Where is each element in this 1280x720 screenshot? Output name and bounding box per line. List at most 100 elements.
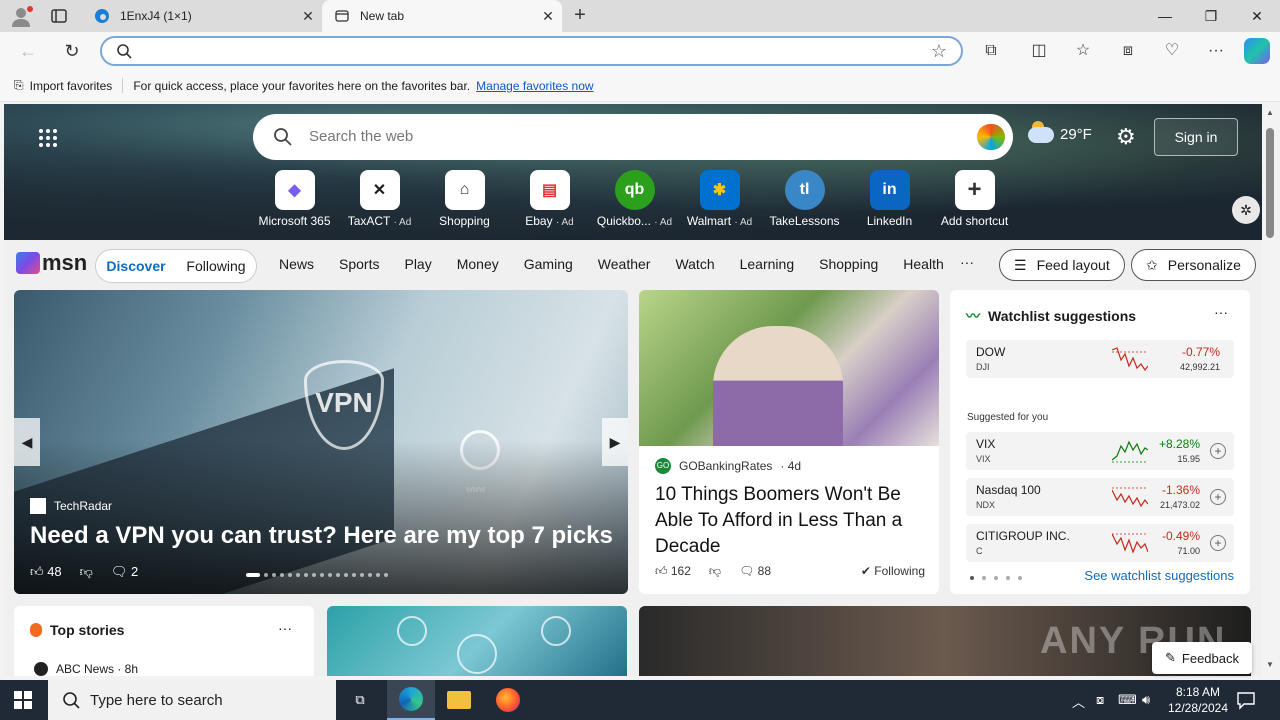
address-bar[interactable]: ☆ <box>100 36 963 66</box>
stock-row-citigroup[interactable]: CITIGROUP INC. C -0.49% 71.00 + <box>966 524 1234 562</box>
shortcut-ebay[interactable]: ▤ Ebay · Ad <box>507 170 592 228</box>
browser-essentials-icon[interactable]: ♡ <box>1161 40 1183 62</box>
add-to-watchlist-icon[interactable]: + <box>1210 443 1226 459</box>
manage-favorites-link[interactable]: Manage favorites now <box>476 79 593 93</box>
personalize-button[interactable]: ✩ Personalize <box>1131 249 1256 281</box>
settings-more-icon[interactable]: ··· <box>1205 40 1227 62</box>
add-to-watchlist-icon[interactable]: + <box>1210 489 1226 505</box>
shortcut-taxact[interactable]: ✕ TaxACT · Ad <box>337 170 422 228</box>
watchlist-page-dots[interactable] <box>970 576 1022 580</box>
carousel-next-icon[interactable]: ▶ <box>602 418 628 466</box>
page-scrollbar[interactable]: ▲ ▼ <box>1262 104 1280 676</box>
nav-gaming[interactable]: Gaming <box>524 256 573 272</box>
nav-sports[interactable]: Sports <box>339 256 379 272</box>
clock-time: 8:18 AM <box>1175 685 1221 699</box>
see-watchlist-link[interactable]: See watchlist suggestions <box>1084 568 1234 583</box>
stock-row-nasdaq[interactable]: Nasdaq 100 NDX -1.36% 21,473.02 + <box>966 478 1234 516</box>
story-headline[interactable]: Need a VPN you can trust? Here are my to… <box>30 522 620 550</box>
like-button[interactable]: 👍︎ 162 <box>655 564 691 579</box>
profile-icon[interactable] <box>10 5 34 27</box>
story-headline[interactable]: 10 Things Boomers Won't Be Able To Affor… <box>655 482 927 560</box>
network-icon[interactable]: ⌨ <box>1118 692 1137 708</box>
new-tab-plus-icon[interactable]: + <box>568 4 592 28</box>
copilot-icon[interactable] <box>1244 38 1270 64</box>
main-story-card[interactable]: VPN www ◀ ▶ TechRadar Need a VPN you can… <box>14 290 628 594</box>
following-badge[interactable]: ✔ Following <box>861 564 925 579</box>
msn-logo[interactable]: msn <box>16 250 87 276</box>
favorite-star-icon[interactable]: ☆ <box>931 41 947 62</box>
refresh-icon[interactable]: ↻ <box>61 40 83 62</box>
carousel-dots[interactable] <box>246 573 388 577</box>
volume-icon[interactable]: 🔊︎ <box>1142 692 1150 708</box>
import-favorites-button[interactable]: ⎘ Import favorites <box>14 78 124 93</box>
web-search-box[interactable]: Search the web <box>253 114 1013 160</box>
tab-image[interactable]: 1EnxJ4 (1×1) ✕ <box>82 0 322 32</box>
nav-money[interactable]: Money <box>457 256 499 272</box>
feedback-button[interactable]: ✎ Feedback <box>1152 642 1252 674</box>
dislike-icon[interactable]: 👎︎ <box>80 564 93 580</box>
background-sparkle-icon[interactable]: ✲ <box>1232 196 1260 224</box>
scroll-thumb[interactable] <box>1266 128 1274 238</box>
add-to-watchlist-icon[interactable]: + <box>1210 535 1226 551</box>
restore-icon[interactable]: ❐ <box>1188 0 1234 32</box>
top-stories-more-icon[interactable]: ··· <box>278 620 292 636</box>
tab-discover[interactable]: Discover <box>96 258 176 274</box>
shortcut-shopping[interactable]: ⌂ Shopping <box>422 170 507 228</box>
stock-row-vix[interactable]: VIX VIX +8.28% 15.95 + <box>966 432 1234 470</box>
favorites-icon[interactable]: ☆ <box>1072 40 1094 62</box>
sign-in-button[interactable]: Sign in <box>1154 118 1238 156</box>
split-screen-icon[interactable]: ◫ <box>1028 40 1050 62</box>
app-launcher-icon[interactable] <box>38 128 58 148</box>
shopping-story-card[interactable] <box>327 606 627 676</box>
nav-shopping[interactable]: Shopping <box>819 256 878 272</box>
shortcut-microsoft-365[interactable]: ◆ Microsoft 365 <box>252 170 337 228</box>
shortcut-linkedin[interactable]: in LinkedIn <box>847 170 932 228</box>
close-tab-icon[interactable]: ✕ <box>534 8 562 25</box>
nav-watch[interactable]: Watch <box>675 256 714 272</box>
tray-device-icon[interactable]: ⧇ <box>1096 692 1104 708</box>
minimize-icon[interactable]: — <box>1142 0 1188 32</box>
close-tab-icon[interactable]: ✕ <box>294 8 322 25</box>
weather-widget[interactable]: 29°F <box>1028 120 1092 143</box>
feed-layout-button[interactable]: ☰ Feed layout <box>999 249 1125 281</box>
like-button[interactable]: 👍︎ 48 <box>30 564 62 580</box>
system-clock[interactable]: 8:18 AM 12/28/2024 <box>1160 684 1236 716</box>
nav-news[interactable]: News <box>279 256 314 272</box>
extensions-icon[interactable]: ⧉ <box>980 40 1002 62</box>
shortcut-quickbooks[interactable]: qb Quickbo... · Ad <box>592 170 677 228</box>
story-card[interactable]: GO GOBankingRates · 4d 10 Things Boomers… <box>639 290 939 594</box>
watchlist-more-icon[interactable]: ··· <box>1214 304 1228 320</box>
nav-health[interactable]: Health <box>903 256 943 272</box>
dislike-icon[interactable]: 👎︎ <box>709 564 721 579</box>
nav-play[interactable]: Play <box>404 256 431 272</box>
top-story-source[interactable]: ABC News · 8h <box>34 662 138 676</box>
page-settings-icon[interactable]: ⚙ <box>1116 124 1136 150</box>
scroll-up-icon[interactable]: ▲ <box>1266 108 1274 117</box>
comment-button[interactable]: 🗨 88 <box>739 564 771 579</box>
close-window-icon[interactable]: ✕ <box>1234 0 1280 32</box>
scroll-down-icon[interactable]: ▼ <box>1266 660 1274 669</box>
comment-button[interactable]: 🗨 2 <box>111 564 138 580</box>
shortcut-walmart[interactable]: ✱ Walmart · Ad <box>677 170 762 228</box>
tab-actions-icon[interactable] <box>50 7 68 25</box>
nav-learning[interactable]: Learning <box>740 256 795 272</box>
nav-more-icon[interactable]: ··· <box>960 254 974 270</box>
tray-chevron-icon[interactable]: ︿ <box>1072 692 1085 711</box>
shortcut-takelessons[interactable]: tl TakeLessons <box>762 170 847 228</box>
windows-start-icon[interactable] <box>14 691 32 709</box>
notifications-icon[interactable] <box>1236 690 1256 710</box>
stock-row-dow[interactable]: DOW DJI -0.77% 42,992.21 <box>966 340 1234 378</box>
bing-chat-icon[interactable] <box>977 124 1005 150</box>
task-view-icon[interactable]: ⧉ <box>336 680 384 720</box>
back-icon[interactable]: ← <box>17 40 39 62</box>
firefox-icon[interactable] <box>484 680 532 720</box>
tab-following[interactable]: Following <box>176 258 256 274</box>
tab-new-tab[interactable]: New tab ✕ <box>322 0 562 32</box>
carousel-prev-icon[interactable]: ◀ <box>14 418 40 466</box>
edge-taskbar-icon[interactable] <box>387 680 435 720</box>
taskbar-search[interactable]: Type here to search <box>48 680 336 720</box>
add-shortcut-button[interactable]: + Add shortcut <box>932 170 1017 228</box>
nav-weather[interactable]: Weather <box>598 256 651 272</box>
collections-icon[interactable]: ⧈ <box>1117 40 1139 62</box>
file-explorer-icon[interactable] <box>435 680 483 720</box>
